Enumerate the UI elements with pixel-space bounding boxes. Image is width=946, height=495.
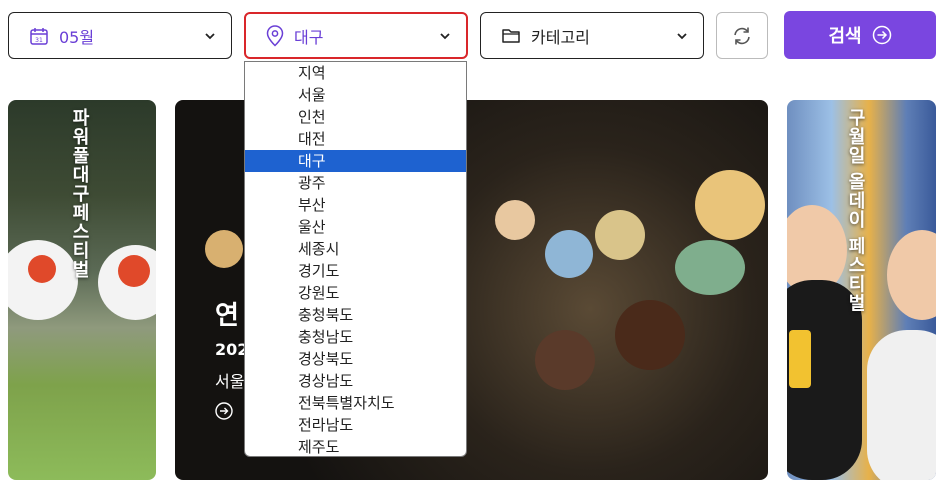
region-filter-label: 대구 <box>294 27 324 47</box>
chevron-down-icon <box>440 32 450 39</box>
region-option[interactable]: 지역 <box>245 62 466 84</box>
person <box>535 330 595 390</box>
person <box>887 230 936 320</box>
lantern <box>545 230 593 278</box>
region-option[interactable]: 서울 <box>245 84 466 106</box>
region-option[interactable]: 전북특별자치도 <box>245 392 466 414</box>
region-dropdown-list[interactable]: 지역 서울 인천 대전 대구 광주 부산 울산 세종시 경기도 강원도 충청북도 충청남도 경상북도 경상남… <box>244 61 467 457</box>
region-option[interactable]: 경기도 <box>245 260 466 282</box>
region-option[interactable]: 전라남도 <box>245 414 466 436</box>
region-option[interactable]: 광주 <box>245 172 466 194</box>
svg-text:31: 31 <box>35 37 43 44</box>
chevron-down-icon <box>677 32 687 39</box>
card-image-detail <box>28 255 56 283</box>
card-image-detail <box>118 255 150 287</box>
lantern <box>495 200 535 240</box>
card-title: 구월일 올데이 페스티벌 <box>845 108 866 313</box>
region-option[interactable]: 세종시 <box>245 238 466 260</box>
date-filter-select[interactable]: 31 05월 <box>8 12 232 59</box>
region-option[interactable]: 제주도 <box>245 436 466 456</box>
card-title: 파워풀대구페스티벌 <box>69 108 90 279</box>
refresh-icon <box>734 27 750 44</box>
category-filter-select[interactable]: 카테고리 <box>480 12 704 59</box>
location-pin-icon <box>266 24 284 47</box>
region-option[interactable]: 충청남도 <box>245 326 466 348</box>
card-title: 연 <box>215 301 239 331</box>
region-option[interactable]: 강원도 <box>245 282 466 304</box>
region-option[interactable]: 대전 <box>245 128 466 150</box>
lantern <box>695 170 765 240</box>
can <box>789 330 811 388</box>
person <box>615 300 685 370</box>
category-filter-label: 카테고리 <box>531 27 590 47</box>
arrow-circle-right-icon[interactable] <box>215 402 233 420</box>
date-filter-label: 05월 <box>59 27 95 47</box>
festival-card-left[interactable]: 파워풀대구페스티벌 <box>8 100 156 480</box>
search-button-label: 검색 <box>828 26 862 47</box>
festival-card-right[interactable]: 구월일 올데이 페스티벌 <box>787 100 936 480</box>
card-location: 서울 <box>215 372 245 391</box>
region-filter-select[interactable]: 대구 <box>244 12 468 59</box>
region-option[interactable]: 대구 <box>245 150 466 172</box>
chevron-down-icon <box>205 32 215 39</box>
search-button[interactable]: 검색 <box>784 11 936 59</box>
region-option[interactable]: 인천 <box>245 106 466 128</box>
region-option[interactable]: 부산 <box>245 194 466 216</box>
region-option[interactable]: 경상북도 <box>245 348 466 370</box>
refresh-button[interactable] <box>716 12 768 59</box>
arrow-circle-right-icon <box>872 25 891 45</box>
region-option[interactable]: 울산 <box>245 216 466 238</box>
folder-icon <box>502 28 520 43</box>
region-option[interactable]: 충청북도 <box>245 304 466 326</box>
lantern <box>595 210 645 260</box>
lantern <box>675 240 745 295</box>
lantern <box>205 230 243 268</box>
calendar-icon: 31 <box>30 27 48 45</box>
person <box>867 330 936 480</box>
region-option[interactable]: 경상남도 <box>245 370 466 392</box>
